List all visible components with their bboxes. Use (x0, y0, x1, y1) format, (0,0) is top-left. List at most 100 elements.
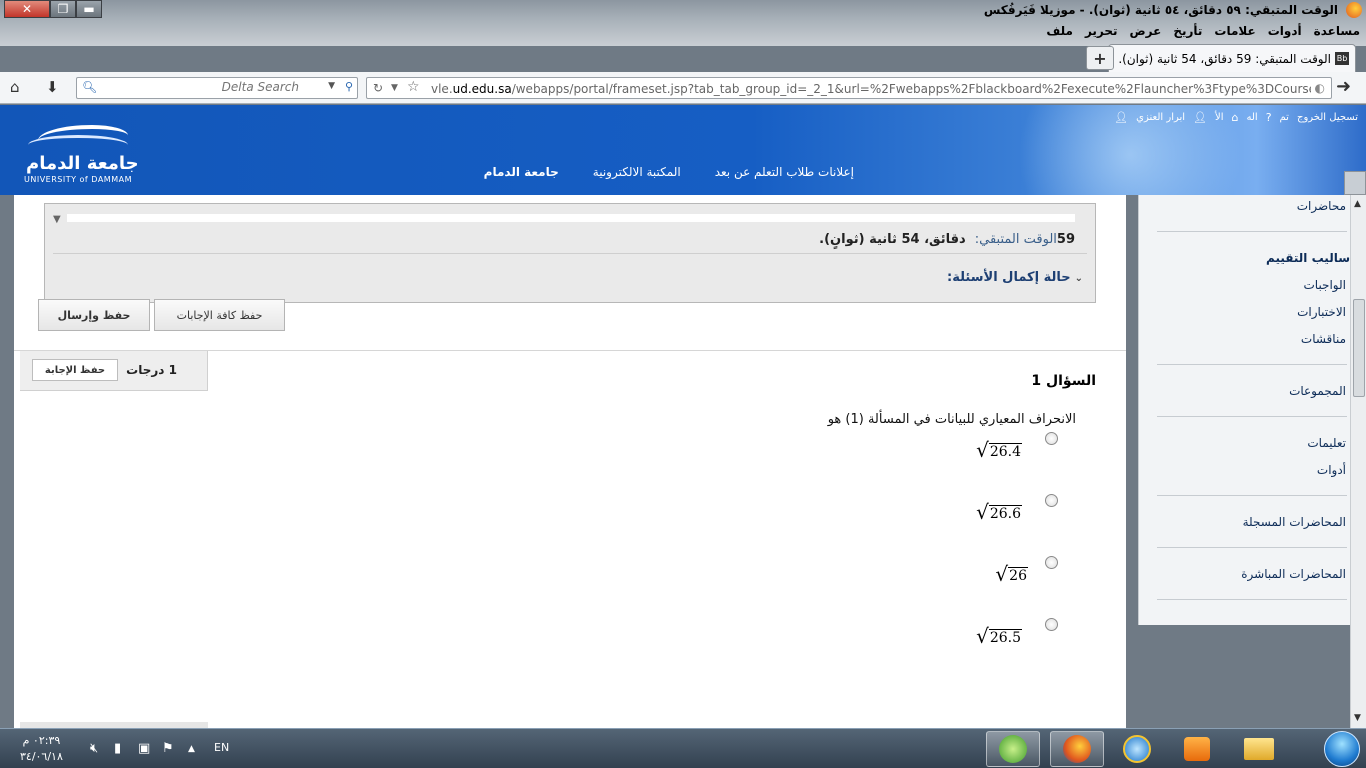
show-hidden-icons-chevron-icon[interactable]: ▲ (188, 744, 195, 754)
windows-taskbar: ٠٢:٣٩ م ٣٤/٠٦/١٨ 🔇︎ ▮ ▣ ⚑ ▲ EN (0, 728, 1366, 768)
sidebar-item-tools[interactable]: أدوات (1317, 463, 1346, 477)
taskbar-explorer[interactable] (1232, 731, 1286, 767)
time-remaining: 59الوقت المتبقي: دقائق، 54 ثانية (ثوانٍ)… (819, 232, 1075, 247)
option-value: √ 26.5 (976, 624, 1022, 648)
menu-help[interactable]: مساعدة (1314, 24, 1360, 38)
option-value: √ 26.4 (976, 438, 1022, 462)
menu-edit[interactable]: تحرير (1085, 24, 1118, 38)
network-signal-icon[interactable]: ▮ (114, 741, 121, 756)
link-home[interactable]: الأ (1215, 112, 1223, 123)
site-identity-icon[interactable]: ◐ (1315, 81, 1325, 95)
clock-time: ٠٢:٣٩ م (22, 734, 61, 747)
new-tab-button[interactable]: + (1086, 46, 1114, 70)
firefox-icon (1063, 735, 1091, 763)
time-remaining-minutes: 59 (1056, 232, 1075, 247)
sidebar-item-recorded-lectures[interactable]: المحاضرات المسجلة (1243, 515, 1346, 529)
link-help[interactable]: اله (1247, 112, 1258, 123)
answer-radio[interactable] (1045, 556, 1058, 569)
page-scrollbar[interactable]: ▲ ▼ (1350, 195, 1366, 728)
points-label: 1 درجات (126, 363, 177, 377)
sidebar-item-instructions[interactable]: تعليمات (1307, 436, 1346, 450)
menu-file[interactable]: ملف (1046, 24, 1073, 38)
scroll-thumb[interactable] (1353, 299, 1365, 397)
messenger-icon (999, 735, 1027, 763)
search-icon: 🔍︎ (82, 80, 98, 94)
volume-muted-icon[interactable]: 🔇︎ (90, 741, 98, 756)
menu-view[interactable]: عرض (1130, 24, 1162, 38)
user-name[interactable]: ابرار العنزي (1136, 112, 1185, 123)
reload-icon[interactable]: ↻ (373, 81, 383, 95)
answer-option: √ 26 (914, 556, 1074, 596)
sidebar-item-assignments[interactable]: الواجبات (1303, 278, 1346, 292)
close-button[interactable]: ✕ (4, 0, 50, 18)
url-bar[interactable]: ↻ ▼ ☆ vle.ud.edu.sa/webapps/portal/frame… (366, 77, 1332, 99)
answer-option: √ 26.6 (914, 494, 1074, 534)
link-done[interactable]: تم (1280, 112, 1289, 123)
option-value: √ 26.6 (976, 500, 1022, 524)
main-navigation: جامعة الدمام المكتبة الالكترونية إعلانات… (484, 165, 854, 179)
answer-radio[interactable] (1045, 618, 1058, 631)
sidebar-item-tests[interactable]: الاختبارات (1297, 305, 1346, 319)
time-remaining-value: دقائق، 54 ثانية (ثوانٍ). (819, 232, 966, 247)
maximize-button[interactable]: ❐ (50, 0, 76, 18)
internet-explorer-icon (1123, 735, 1151, 763)
go-forward-icon[interactable]: ➜ (1336, 76, 1362, 102)
divider (1157, 364, 1347, 365)
search-box: 🔍︎ ▼ ⚲ (76, 77, 358, 99)
answer-radio[interactable] (1045, 432, 1058, 445)
tab-exam[interactable]: Bb الوقت المتبقي: 59 دقائق، 54 ثانية (ثو… (1108, 44, 1356, 72)
taskbar-internet-explorer[interactable] (1110, 731, 1164, 767)
sidebar-item-discussions[interactable]: مناقشات (1301, 332, 1346, 346)
save-answer-button[interactable]: حفظ الإجابة (32, 359, 118, 381)
start-button[interactable] (1324, 731, 1360, 767)
url-text[interactable]: vle.ud.edu.sa/webapps/portal/frameset.js… (431, 82, 1311, 96)
battery-icon[interactable]: ▣ (138, 741, 150, 756)
clock-date: ٣٤/٠٦/١٨ (20, 750, 63, 763)
menu-bar: ملف تحرير عرض تأريخ علامات أدوات مساعدة (1046, 24, 1360, 38)
logo-english-text: UNIVERSITY of DAMMAM (24, 175, 132, 184)
bookmark-star-icon[interactable]: ☆ (407, 79, 420, 95)
sidebar-item-groups[interactable]: المجموعات (1289, 384, 1346, 398)
menu-tools[interactable]: أدوات (1268, 24, 1302, 38)
resize-grip-icon[interactable] (1344, 171, 1366, 195)
input-language[interactable]: EN (214, 741, 229, 754)
search-input[interactable] (99, 80, 299, 94)
logout-link[interactable]: تسجيل الخروج (1297, 112, 1358, 123)
blackboard-icon: Bb (1335, 52, 1349, 65)
menu-history[interactable]: تأريخ (1173, 24, 1202, 38)
answer-radio[interactable] (1045, 494, 1058, 507)
search-go-icon[interactable]: ⚲ (345, 80, 353, 93)
tab-title: الوقت المتبقي: 59 دقائق، 54 ثانية (ثوان)… (1118, 51, 1331, 66)
completion-status-toggle[interactable]: ⌄حالة إكمال الأسئلة: (947, 270, 1083, 285)
menu-bookmarks[interactable]: علامات (1214, 24, 1255, 38)
taskbar-firefox[interactable] (1050, 731, 1104, 767)
action-center-flag-icon[interactable]: ⚑ (162, 741, 174, 756)
search-engine-dropdown-icon[interactable]: ▼ (328, 81, 335, 91)
save-all-answers-button[interactable]: حفظ كافة الإجابات (154, 299, 285, 331)
collapse-triangle-icon[interactable]: ▼ (53, 214, 61, 225)
home-icon: ⌂ (1231, 111, 1239, 124)
home-icon[interactable]: ⌂ (10, 78, 20, 96)
nav-announcements[interactable]: إعلانات طلاب التعلم عن بعد (715, 165, 854, 179)
sidebar-item-live-lectures[interactable]: المحاضرات المباشرة (1241, 567, 1346, 581)
sidebar-heading-evaluation[interactable]: ساليب التقييم (1266, 251, 1350, 265)
nav-university[interactable]: جامعة الدمام (484, 165, 559, 179)
url-dropdown-icon[interactable]: ▼ (391, 83, 398, 93)
taskbar-messenger[interactable] (986, 731, 1040, 767)
save-submit-button[interactable]: حفظ وإرسال (38, 299, 150, 331)
timer-progress-track (67, 214, 1075, 222)
sidebar-item-lectures[interactable]: محاضرات (1297, 199, 1346, 213)
answer-option: √ 26.4 (914, 432, 1074, 472)
minimize-button[interactable]: ▬ (76, 0, 102, 18)
scroll-up-icon[interactable]: ▲ (1354, 199, 1361, 209)
university-logo[interactable]: جامعة الدمام UNIVERSITY of DAMMAM (22, 123, 142, 187)
taskbar-media-player[interactable] (1170, 731, 1224, 767)
nav-elibrary[interactable]: المكتبة الالكترونية (593, 165, 681, 179)
timer-panel: ▼ 59الوقت المتبقي: دقائق، 54 ثانية (ثوان… (44, 203, 1096, 303)
scroll-down-icon[interactable]: ▼ (1354, 713, 1361, 723)
divider (1157, 495, 1347, 496)
divider (53, 253, 1087, 254)
system-clock[interactable]: ٠٢:٣٩ م ٣٤/٠٦/١٨ (20, 733, 63, 765)
download-icon[interactable]: ⬇ (46, 78, 59, 96)
question-points-panel: 1 درجات حفظ الإجابة (20, 351, 208, 391)
